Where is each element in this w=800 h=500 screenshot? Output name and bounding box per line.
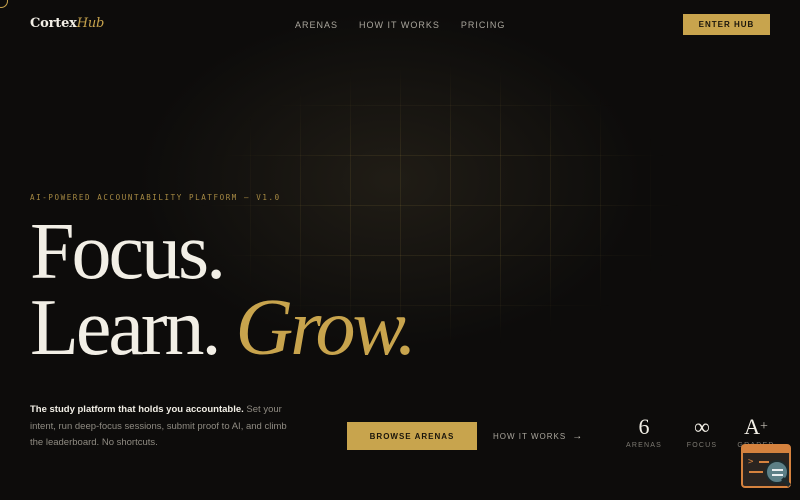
headline-learn: Learn. — [30, 284, 222, 372]
headline-line-2: Learn. Grow. — [30, 288, 417, 368]
stat-value: 6 — [638, 414, 650, 439]
stat-value: ∞ — [694, 414, 710, 439]
logo-main: Cortex — [30, 16, 77, 31]
description-strong: The study platform that holds you accoun… — [30, 404, 244, 415]
headline-grow: Grow. — [235, 284, 417, 372]
how-it-works-label: HOW IT WORKS — [493, 432, 567, 441]
how-it-works-link[interactable]: HOW IT WORKS → — [493, 431, 583, 442]
headline-line-1: Focus. — [30, 208, 226, 296]
nav-links: ARENAS HOW IT WORKS PRICING — [295, 20, 505, 30]
stat-value: A+ — [734, 415, 778, 439]
stat-grade-letter: A — [744, 414, 760, 439]
stat-label: FOCUS — [686, 442, 718, 449]
hero-eyebrow: AI-POWERED ACCOUNTABILITY PLATFORM — V1.… — [30, 193, 281, 202]
hero-description: The study platform that holds you accoun… — [30, 402, 300, 452]
browse-arenas-button[interactable]: BROWSE ARENAS — [347, 422, 477, 450]
logo-accent: Hub — [76, 16, 105, 31]
widget-title-bar — [743, 446, 789, 453]
stat-focus: ∞ FOCUS — [680, 414, 724, 450]
top-nav: CortexHub ARENAS HOW IT WORKS PRICING EN… — [0, 0, 800, 50]
stat-grade-plus: + — [759, 419, 768, 434]
nav-link-arenas[interactable]: ARENAS — [295, 20, 338, 30]
nav-link-how-it-works[interactable]: HOW IT WORKS — [359, 20, 440, 30]
enter-hub-button[interactable]: ENTER HUB — [683, 14, 770, 35]
hero-headline: Focus. Learn. Grow. — [30, 208, 417, 368]
widget-line — [749, 471, 763, 473]
arrow-right-icon: → — [572, 431, 584, 442]
nav-link-pricing[interactable]: PRICING — [461, 20, 506, 30]
terminal-prompt-icon: > — [748, 457, 754, 467]
magnifier-handle — [781, 477, 791, 487]
stat-label: ARENAS — [626, 442, 662, 449]
stat-arenas: 6 ARENAS — [624, 414, 664, 450]
logo[interactable]: CortexHub — [30, 16, 104, 31]
terminal-search-icon[interactable]: > — [741, 444, 791, 488]
